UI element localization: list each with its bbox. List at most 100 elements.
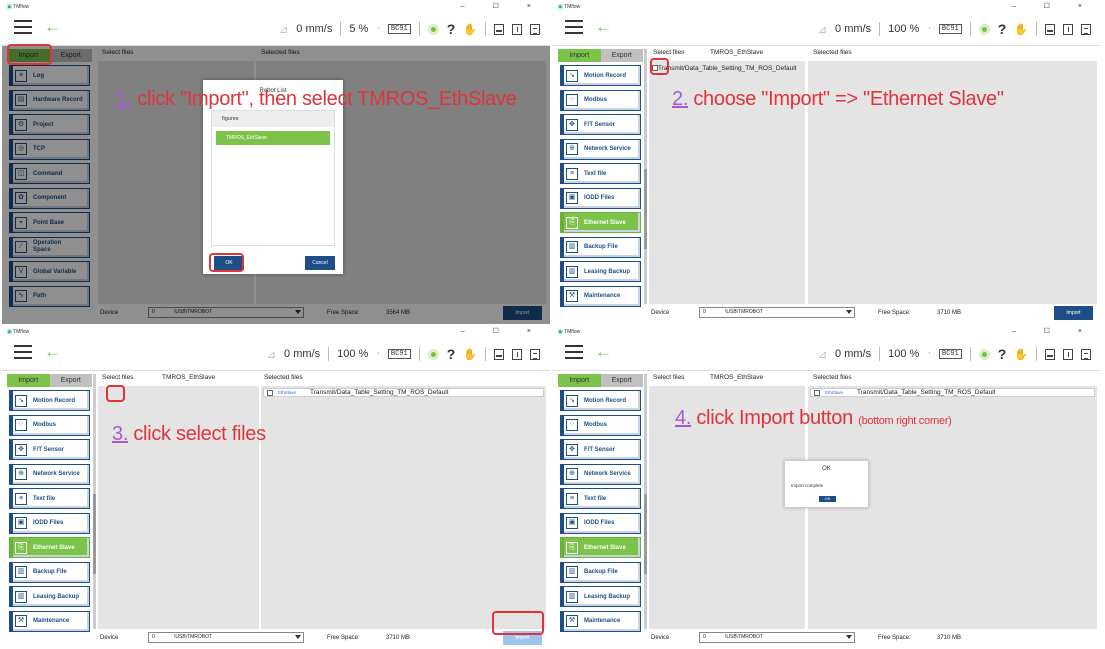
- sidebar-item-text-file[interactable]: ≡ Text file: [9, 488, 90, 509]
- app-title: TMflow: [13, 329, 30, 335]
- minimize-view-icon[interactable]: [1045, 348, 1055, 360]
- sidebar-item-network-service[interactable]: ⊕ Network Service: [9, 463, 90, 485]
- sidebar-item-modbus[interactable]: ⁘ Modbus: [560, 414, 641, 436]
- sidebar-item-iodd-files[interactable]: ▣ IODD Files: [9, 512, 90, 534]
- help-icon[interactable]: ?: [998, 346, 1007, 362]
- document-icon[interactable]: [530, 23, 540, 35]
- window-controls[interactable]: – ☐ ×: [1012, 327, 1095, 337]
- hamburger-menu-icon[interactable]: [565, 345, 583, 359]
- tab-import[interactable]: Import: [558, 49, 601, 62]
- device-select[interactable]: 0 \USB\TMROBOT: [699, 307, 855, 318]
- speed-percent[interactable]: 100 %: [888, 348, 919, 360]
- base-indicator[interactable]: BC91: [387, 24, 411, 34]
- base-indicator[interactable]: BC91: [938, 24, 962, 34]
- sidebar-item-maintenance[interactable]: ⚒ Maintenance: [560, 285, 641, 307]
- sidebar-item-motion-record[interactable]: ↘ Motion Record: [560, 390, 641, 411]
- tab-import[interactable]: Import: [558, 374, 601, 387]
- help-icon[interactable]: ?: [447, 21, 456, 37]
- hand-icon[interactable]: ✋: [463, 23, 477, 36]
- help-icon[interactable]: ?: [998, 21, 1007, 37]
- selected-files-pane[interactable]: EthSlave Transmit/Data_Table_Setting_TM_R…: [261, 386, 546, 629]
- info-icon[interactable]: [1063, 348, 1073, 360]
- sidebar-item-motion-record[interactable]: ↘ Motion Record: [9, 390, 90, 411]
- file-row[interactable]: Transmit/Data_Table_Setting_TM_ROS_Defau…: [652, 64, 797, 72]
- window-controls[interactable]: – ☐ ×: [461, 2, 544, 12]
- base-indicator[interactable]: BC91: [387, 349, 411, 359]
- device-label: Device: [651, 635, 670, 641]
- sidebar-item-leasing-backup[interactable]: ▥ Leasing Backup: [9, 586, 90, 607]
- sidebar-scrollbar[interactable]: [93, 374, 96, 629]
- sidebar-item-leasing-backup[interactable]: ▥ Leasing Backup: [560, 261, 641, 282]
- info-icon[interactable]: [1063, 23, 1073, 35]
- tab-export[interactable]: Export: [600, 49, 643, 62]
- sidebar-item-ft-sensor[interactable]: ✥ F/T Sensor: [9, 439, 90, 460]
- hand-icon[interactable]: ✋: [1014, 348, 1028, 361]
- file-checkbox[interactable]: [267, 390, 273, 396]
- import-button[interactable]: Import: [1054, 306, 1093, 320]
- sidebar-item-ethernet-slave[interactable]: ⎘ Ethernet Slave: [9, 537, 90, 558]
- selected-file-row[interactable]: EthSlave Transmit/Data_Table_Setting_TM_R…: [810, 388, 1095, 397]
- tab-import[interactable]: Import: [7, 374, 50, 387]
- sidebar-item-maintenance[interactable]: ⚒ Maintenance: [560, 610, 641, 632]
- hand-icon[interactable]: ✋: [1014, 23, 1028, 36]
- sidebar-item-maintenance[interactable]: ⚒ Maintenance: [9, 610, 90, 632]
- sidebar-scrollbar[interactable]: [644, 49, 647, 304]
- sidebar-item-backup-file[interactable]: ▥ Backup File: [9, 561, 90, 583]
- sidebar-item-modbus[interactable]: ⁘ Modbus: [560, 89, 641, 111]
- sidebar-item-network-service[interactable]: ⊕ Network Service: [560, 463, 641, 485]
- info-icon[interactable]: [512, 23, 522, 35]
- globe-icon: ⊕: [566, 143, 578, 155]
- sidebar-item-modbus[interactable]: ⁘ Modbus: [9, 414, 90, 436]
- sidebar-item-ft-sensor[interactable]: ✥ F/T Sensor: [560, 114, 641, 135]
- back-arrow-icon[interactable]: ←: [44, 17, 61, 37]
- file-checkbox[interactable]: [814, 390, 820, 396]
- speed-percent[interactable]: 5 %: [349, 23, 368, 35]
- tab-export[interactable]: Export: [49, 374, 92, 387]
- device-select[interactable]: 0 \USB\TMROBOT: [699, 632, 855, 643]
- tab-export[interactable]: Export: [600, 374, 643, 387]
- window-controls[interactable]: – ☐ ×: [1012, 2, 1095, 12]
- robot-option-tmros-ethslave[interactable]: TMROS_EthSlave: [216, 131, 330, 145]
- cancel-button[interactable]: Cancel: [305, 256, 335, 270]
- selected-file-row[interactable]: EthSlave Transmit/Data_Table_Setting_TM_R…: [263, 388, 544, 397]
- info-icon[interactable]: [512, 348, 522, 360]
- speed-percent[interactable]: 100 %: [888, 23, 919, 35]
- panel-step-1: ▣ TMflow – ☐ × ← ⊿ 0 mm/s 5 % ◔ BC91 ? ✋ …: [2, 2, 550, 324]
- hamburger-menu-icon[interactable]: [14, 20, 32, 34]
- sidebar-item-network-service[interactable]: ⊕ Network Service: [560, 138, 641, 160]
- sidebar-item-ethernet-slave[interactable]: ⎘ Ethernet Slave: [560, 537, 641, 558]
- back-arrow-icon[interactable]: ←: [595, 17, 612, 37]
- minimize-view-icon[interactable]: [494, 348, 504, 360]
- hamburger-menu-icon[interactable]: [14, 345, 32, 359]
- device-select[interactable]: 0 \USB\TMROBOT: [148, 632, 304, 643]
- sidebar-item-text-file[interactable]: ≡ Text file: [560, 163, 641, 184]
- robot-list: figures TMROS_EthSlave: [211, 110, 335, 246]
- back-arrow-icon[interactable]: ←: [595, 342, 612, 362]
- help-icon[interactable]: ?: [447, 346, 456, 362]
- sidebar-item-iodd-files[interactable]: ▣ IODD Files: [560, 187, 641, 209]
- window-controls[interactable]: – ☐ ×: [461, 327, 544, 337]
- back-arrow-icon[interactable]: ←: [44, 342, 61, 362]
- status-light-icon: [427, 348, 439, 360]
- sidebar-item-text-file[interactable]: ≡ Text file: [560, 488, 641, 509]
- minimize-view-icon[interactable]: [494, 23, 504, 35]
- hamburger-menu-icon[interactable]: [565, 20, 583, 34]
- sidebar-item-backup-file[interactable]: ▥ Backup File: [560, 561, 641, 583]
- title-bar: ▣ TMflow – ☐ ×: [553, 2, 1101, 12]
- sidebar-item-ethernet-slave[interactable]: ⎘ Ethernet Slave: [560, 212, 641, 233]
- document-icon[interactable]: [1081, 23, 1091, 35]
- sidebar-item-iodd-files[interactable]: ▣ IODD Files: [560, 512, 641, 534]
- base-indicator[interactable]: BC91: [938, 349, 962, 359]
- sidebar-item-motion-record[interactable]: ↘ Motion Record: [560, 65, 641, 86]
- sidebar-item-backup-file[interactable]: ▥ Backup File: [560, 236, 641, 258]
- panel-step-2: ▣ TMflow – ☐ × ← ⊿ 0 mm/s 100 % ◔ BC91 ? …: [553, 2, 1101, 324]
- minimize-view-icon[interactable]: [1045, 23, 1055, 35]
- sidebar-scrollbar[interactable]: [644, 374, 647, 629]
- document-icon[interactable]: [1081, 348, 1091, 360]
- hand-icon[interactable]: ✋: [463, 348, 477, 361]
- sidebar-item-leasing-backup[interactable]: ▥ Leasing Backup: [560, 586, 641, 607]
- speed-percent[interactable]: 100 %: [337, 348, 368, 360]
- ok-button[interactable]: OK: [819, 496, 836, 502]
- sidebar-item-ft-sensor[interactable]: ✥ F/T Sensor: [560, 439, 641, 460]
- document-icon[interactable]: [530, 348, 540, 360]
